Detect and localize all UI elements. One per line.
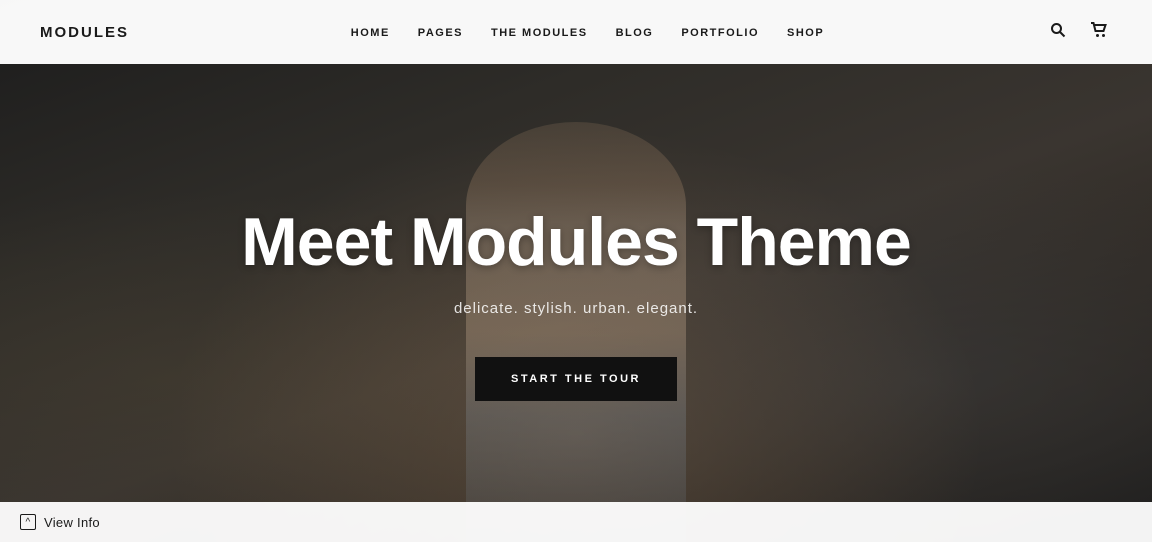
- cart-button[interactable]: [1086, 18, 1112, 47]
- nav-icon-group: [1046, 18, 1112, 47]
- navbar: MODULES HOME PAGES THE MODULES BLOG PORT…: [0, 0, 1152, 64]
- view-info-bar: ^ View Info: [0, 502, 1152, 542]
- nav-shop[interactable]: SHOP: [787, 27, 824, 39]
- search-button[interactable]: [1046, 18, 1070, 47]
- nav-the-modules[interactable]: THE MODULES: [491, 27, 588, 39]
- hero-title: Meet Modules Theme: [241, 205, 911, 280]
- start-tour-button[interactable]: START THE TOUR: [475, 357, 677, 401]
- nav-blog[interactable]: BLOG: [616, 27, 654, 39]
- nav-pages[interactable]: PAGES: [418, 27, 463, 39]
- hero-content: Meet Modules Theme delicate. stylish. ur…: [0, 0, 1152, 542]
- nav-portfolio[interactable]: PORTFOLIO: [681, 27, 759, 39]
- site-logo[interactable]: MODULES: [40, 24, 129, 41]
- chevron-up-icon: ^: [20, 514, 36, 530]
- search-icon: [1050, 22, 1066, 38]
- nav-links: HOME PAGES THE MODULES BLOG PORTFOLIO SH…: [351, 23, 824, 41]
- hero-subtitle: delicate. stylish. urban. elegant.: [454, 300, 698, 317]
- cart-icon: [1090, 22, 1108, 38]
- view-info-button[interactable]: ^ View Info: [20, 514, 100, 530]
- view-info-label: View Info: [44, 515, 100, 530]
- hero-section: MODULES HOME PAGES THE MODULES BLOG PORT…: [0, 0, 1152, 542]
- nav-home[interactable]: HOME: [351, 27, 390, 39]
